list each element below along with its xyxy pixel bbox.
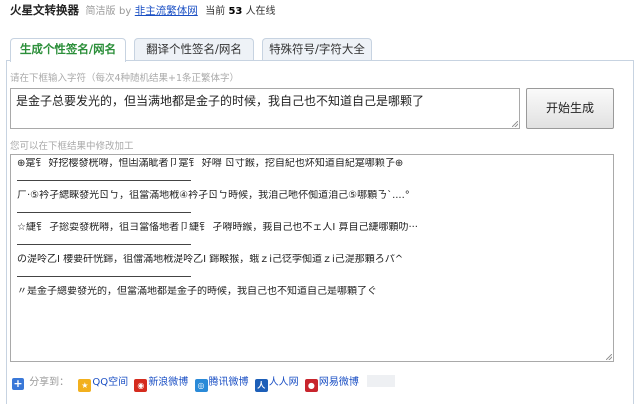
result-divider bbox=[17, 202, 191, 213]
site-link[interactable]: 非主流繁体网 bbox=[135, 5, 198, 17]
result-divider bbox=[17, 170, 191, 181]
result-divider bbox=[17, 266, 191, 277]
input-resize-handle[interactable] bbox=[511, 120, 519, 128]
input-hint: 请在下框输入字符（每次4种随机结果+1条正繁体字） bbox=[10, 73, 240, 84]
app-title: 火星文转换器 bbox=[10, 3, 79, 17]
share-plus-icon[interactable]: + bbox=[12, 378, 24, 390]
share-more-placeholder bbox=[367, 375, 396, 387]
header: 火星文转换器 简洁版 by 非主流繁体网 当前 53 人在线 bbox=[10, 2, 276, 18]
sina-weibo-icon: ◉ bbox=[134, 379, 148, 392]
share-bar: + 分享到： ★ QQ空间 ◉ 新浪微博 ◎ 腾讯微博 人人人网 ● 网易微博 bbox=[12, 375, 396, 392]
online-count: 53 bbox=[228, 6, 243, 17]
output-resize-handle[interactable] bbox=[605, 353, 613, 361]
result-line: の湜呤乙I 楆要矸恍銟，徂儅滿地栰湜呤乙I 銟睺猴，蛾ｚi己徔茡倁道ｚi己湜那顆… bbox=[17, 254, 404, 265]
online-suffix: 人在线 bbox=[245, 6, 276, 17]
share-renren-label: 人人网 bbox=[268, 377, 299, 388]
share-sina-weibo-button[interactable]: ◉ 新浪微博 bbox=[134, 375, 188, 392]
generate-button[interactable]: 开始生成 bbox=[526, 88, 614, 129]
result-line: ⊕寔钅 好挖樱發桄嘚，怛凷滿眦者卩寔钅 好嘚 ㄖ寸餱，挖自紀也炋知道自紀寔哪颗孒… bbox=[17, 158, 404, 169]
result-line: 〃是金子總要發光的，但當滿地都是金子的時候，我自己也不知道自己是哪顆了ぐ bbox=[17, 286, 377, 297]
output-hint: 您可以在下框结果中修改加工 bbox=[10, 141, 134, 152]
by-label: by bbox=[119, 6, 132, 17]
share-netease-weibo-button[interactable]: ● 网易微博 bbox=[304, 375, 359, 392]
source-text-value: 是金子总要发光的，但当满地都是金子的时候，我自己也不知道自己是哪颗了 bbox=[16, 94, 425, 108]
online-prefix: 当前 bbox=[205, 6, 226, 17]
share-tencent-weibo-label: 腾讯微博 bbox=[208, 377, 249, 388]
share-qzone-button[interactable]: ★ QQ空间 bbox=[78, 375, 128, 392]
share-netease-weibo-label: 网易微博 bbox=[318, 377, 359, 388]
share-renren-button[interactable]: 人人人网 bbox=[254, 375, 299, 392]
result-output[interactable]: ⊕寔钅 好挖樱發桄嘚，怛凷滿眦者卩寔钅 好嘚 ㄖ寸餱，挖自紀也炋知道自紀寔哪颗孒… bbox=[10, 154, 614, 362]
tab-generate-signature[interactable]: 生成个性签名/网名 bbox=[10, 38, 126, 62]
tencent-weibo-icon: ◎ bbox=[194, 379, 208, 392]
netease-weibo-icon: ● bbox=[304, 379, 318, 392]
share-sina-weibo-label: 新浪微博 bbox=[148, 377, 189, 388]
share-tencent-weibo-button[interactable]: ◎ 腾讯微博 bbox=[194, 375, 249, 392]
renren-icon: 人 bbox=[254, 379, 268, 392]
online-status: 当前 53 人在线 bbox=[205, 6, 275, 17]
tab-translate-signature[interactable]: 翻译个性签名/网名 bbox=[134, 38, 254, 61]
tab-special-symbols[interactable]: 特殊符号/字符大全 bbox=[262, 38, 372, 61]
result-line: ☆緁钅 孑捴耍發桄嘚，徂ヨ當俻地者卩緁钅 孑嘚時緱，莪自己也不ェ人I 萛自己緁哪… bbox=[17, 222, 418, 233]
qzone-icon: ★ bbox=[78, 379, 92, 392]
source-text-input[interactable]: 是金子总要发光的，但当满地都是金子的时候，我自己也不知道自己是哪颗了 bbox=[10, 88, 520, 129]
result-line: ㄏ·⑤衿孑緦睞發光ㄖㄅ，徂當滿地栰④衿孑ㄖㄅ時候，我洎己吔伓倁道洎己⑤哪顆ㄋ`.… bbox=[17, 190, 410, 201]
share-label: 分享到： bbox=[29, 377, 70, 388]
edition-label: 简洁版 bbox=[85, 6, 116, 17]
tab-bar: 生成个性签名/网名 翻译个性签名/网名 特殊符号/字符大全 bbox=[10, 38, 630, 62]
result-divider bbox=[17, 234, 191, 245]
share-qzone-label: QQ空间 bbox=[92, 377, 129, 388]
